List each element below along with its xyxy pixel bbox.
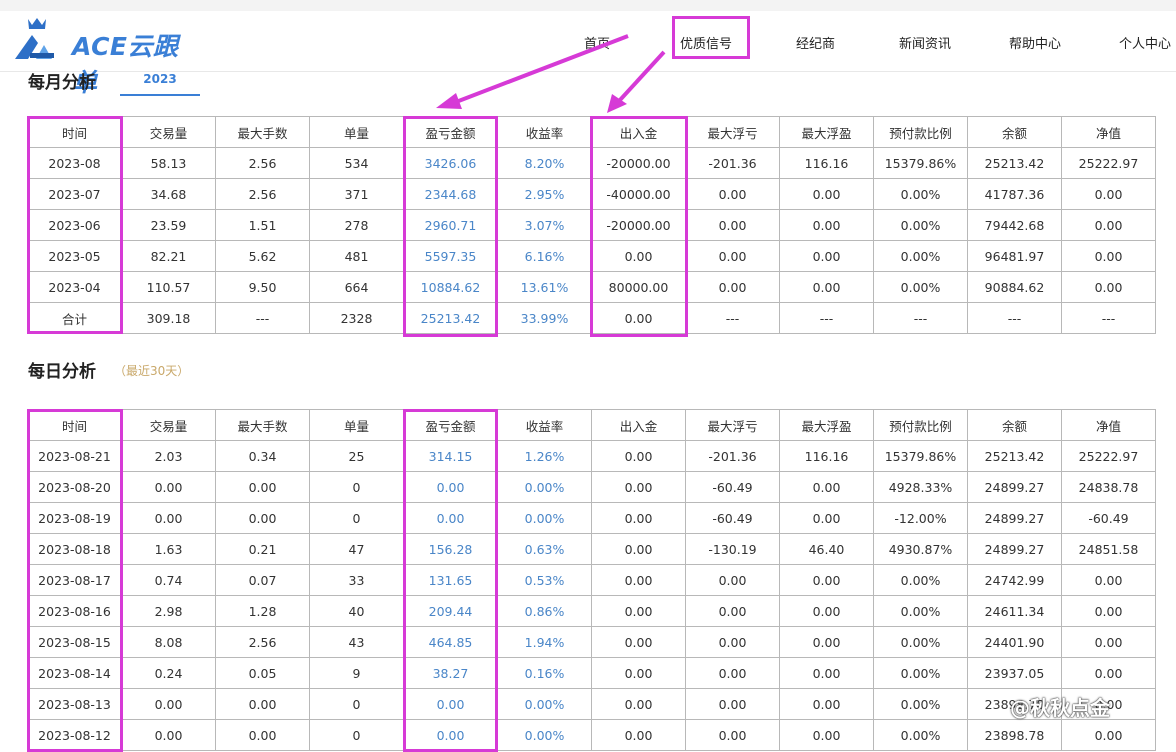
arrow-to-pnl-head [436,93,462,109]
annotation-arrows [436,34,666,113]
arrow-to-pnl-line [455,34,629,104]
watermark: @秋秋点金 [1010,696,1110,720]
arrow-to-deposit-line [618,50,666,102]
